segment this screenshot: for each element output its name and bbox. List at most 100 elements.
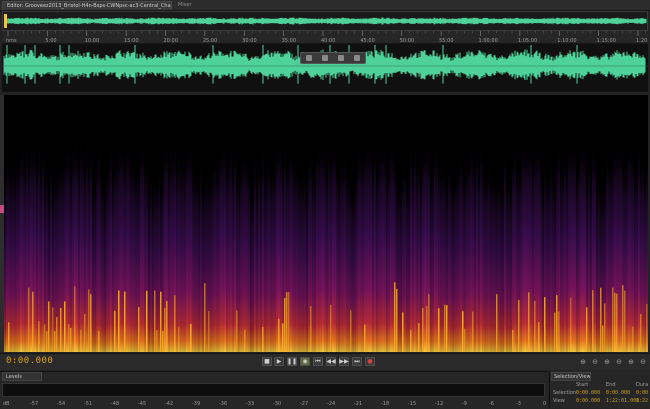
- ruler-label: 1:00:00: [479, 38, 498, 43]
- overview-range-handle[interactable]: [4, 14, 7, 28]
- frequency-scale-marker[interactable]: [0, 205, 4, 213]
- spectral-column: [630, 142, 632, 352]
- spectral-column: [498, 170, 500, 352]
- go-to-start-button[interactable]: ⏮: [313, 357, 323, 366]
- spectral-column: [40, 157, 42, 352]
- spectral-peak: [90, 294, 92, 352]
- spectral-column: [352, 184, 354, 352]
- spectral-column: [634, 164, 636, 352]
- pause-button[interactable]: ❚❚: [287, 357, 297, 366]
- spectral-column: [14, 166, 16, 352]
- tab-mixer[interactable]: Mixer: [174, 1, 212, 9]
- spectral-column: [100, 164, 102, 352]
- spectral-column: [636, 159, 638, 352]
- spectral-column: [564, 146, 566, 352]
- time-ruler[interactable]: hms 5:00 10:00 15:00 20:00 25:00 30:00 35:00 40:…: [2, 31, 648, 44]
- spectral-column: [442, 160, 444, 352]
- spectral-column: [378, 149, 380, 352]
- spectral-peak: [496, 294, 498, 352]
- selection-duration-field[interactable]: 0:00: [636, 390, 648, 396]
- zoom-out-amplitude-button[interactable]: ⊖: [590, 357, 600, 366]
- spectral-column: [34, 140, 36, 352]
- stop-button[interactable]: ■: [262, 357, 272, 366]
- spectral-column: [320, 140, 322, 352]
- spectral-peak: [46, 331, 48, 352]
- rewind-button[interactable]: ◀◀: [326, 357, 336, 366]
- spectral-frequency-display[interactable]: [2, 95, 648, 352]
- zoom-in-amplitude-button[interactable]: ⊕: [578, 357, 588, 366]
- zoom-selection-button[interactable]: ⊖: [638, 357, 648, 366]
- spectral-peak: [330, 304, 332, 352]
- spectral-column: [192, 159, 194, 352]
- spectral-column: [188, 141, 190, 352]
- spectral-column: [62, 158, 64, 352]
- level-scale-label: -3: [516, 401, 521, 407]
- spectral-column: [430, 173, 432, 352]
- spectral-column: [72, 143, 74, 352]
- spectral-peak: [190, 324, 192, 352]
- spectral-column: [256, 176, 258, 352]
- tab-editor[interactable]: Editor: Grooveez2013_Bristol-H4n-Bsps-CW…: [2, 1, 172, 10]
- go-to-end-button[interactable]: ⏭: [352, 357, 362, 366]
- spectral-column: [162, 164, 164, 352]
- spectral-column: [156, 173, 158, 352]
- spectral-column: [158, 165, 160, 352]
- play-button[interactable]: ▶: [274, 357, 284, 366]
- level-scale-label: -42: [165, 401, 173, 407]
- spectral-column: [42, 140, 44, 352]
- spectral-peak: [38, 321, 40, 352]
- level-scale-label: -39: [192, 401, 200, 407]
- hud-volume-icon[interactable]: [306, 55, 312, 61]
- spectral-peak: [394, 282, 396, 352]
- view-duration-field[interactable]: 1:22: [636, 398, 648, 404]
- level-scale-label: -36: [219, 401, 227, 407]
- spectral-column: [488, 159, 490, 352]
- current-time-display[interactable]: 0:00.000: [6, 356, 53, 366]
- selection-end-field[interactable]: 0:00.000: [606, 390, 630, 396]
- selection-start-field[interactable]: 0:00.000: [576, 390, 600, 396]
- spectral-peak: [558, 311, 560, 352]
- heads-up-display[interactable]: [300, 52, 366, 64]
- fast-forward-button[interactable]: ▶▶: [339, 357, 349, 366]
- hud-knob-icon[interactable]: [322, 55, 328, 61]
- zoom-in-time-button[interactable]: ⊕: [602, 357, 612, 366]
- selection-view-tab[interactable]: Selection/View: [551, 372, 591, 381]
- spectral-column: [598, 174, 600, 352]
- spectral-column: [58, 162, 60, 352]
- spectral-column: [572, 140, 574, 352]
- spectral-peak: [80, 330, 82, 352]
- hud-pin-icon[interactable]: [338, 55, 344, 61]
- spectral-column: [326, 162, 328, 352]
- levels-tab[interactable]: Levels: [2, 372, 42, 381]
- view-end-field[interactable]: 1:22:01.000: [606, 398, 639, 404]
- spectral-peak: [32, 291, 34, 352]
- spectral-column: [360, 146, 362, 352]
- spectral-column: [16, 156, 18, 352]
- loop-button[interactable]: ◉: [300, 357, 310, 366]
- level-scale-label: -48: [111, 401, 119, 407]
- spectral-column: [312, 164, 314, 352]
- zoom-out-time-button[interactable]: ⊖: [614, 357, 624, 366]
- spectral-column: [116, 152, 118, 352]
- spectral-column: [460, 148, 462, 352]
- spectral-column: [216, 160, 218, 352]
- overview-waveform: [6, 17, 647, 25]
- hud-settings-icon[interactable]: [354, 55, 360, 61]
- spectral-column: [176, 158, 178, 352]
- spectral-column: [382, 140, 384, 352]
- spectral-column: [152, 184, 154, 352]
- zoom-full-button[interactable]: ⊕: [626, 357, 636, 366]
- spectral-peak: [8, 322, 10, 352]
- ruler-label: 35:00: [282, 38, 296, 43]
- spectral-column: [390, 140, 392, 352]
- record-button[interactable]: ●: [365, 357, 375, 366]
- spectral-column: [304, 166, 306, 352]
- level-scale-label: -18: [381, 401, 389, 407]
- spectral-column: [584, 140, 586, 352]
- spectral-peak: [60, 307, 62, 352]
- overview-navigator[interactable]: [2, 11, 648, 31]
- spectral-column: [172, 147, 174, 352]
- spectral-column: [30, 140, 32, 352]
- spectral-column: [502, 183, 504, 352]
- view-start-field[interactable]: 0:00.000: [576, 398, 600, 404]
